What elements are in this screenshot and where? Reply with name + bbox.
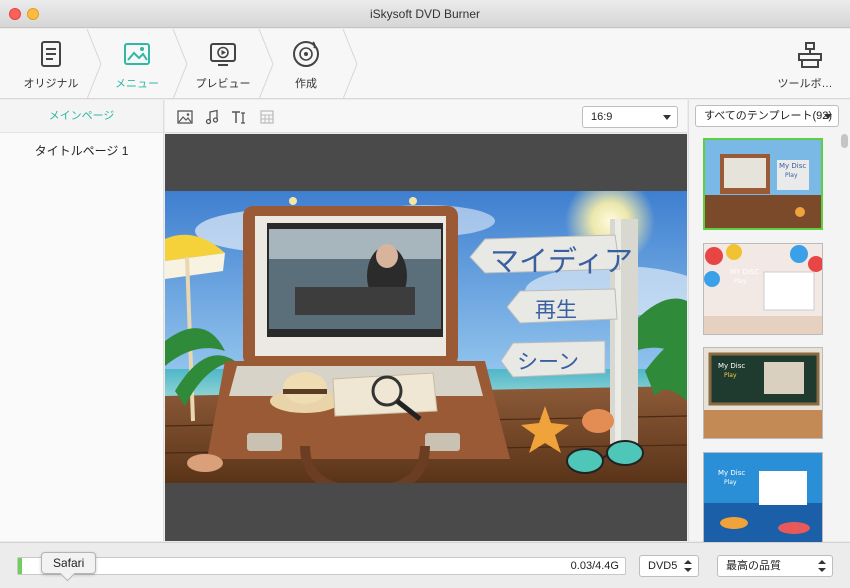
- step-menu-label: メニュー: [115, 78, 159, 90]
- beach-suitcase-illustration: [165, 191, 687, 483]
- menu-play-button[interactable]: 再生: [535, 294, 577, 324]
- templates-panel: すべてのテンプレート(92) My Disc Play MY DISC Play: [688, 100, 850, 544]
- text-icon[interactable]: [231, 109, 247, 125]
- disc-capacity-bar: 0.03/4.4G: [17, 557, 626, 575]
- disc-burn-icon: [293, 41, 319, 67]
- document-icon: [41, 41, 61, 67]
- menu-preview-scene: マイディア 再生 シーン: [165, 191, 687, 483]
- template-name: My Disc: [779, 162, 807, 170]
- status-bar: 0.03/4.4G Safari DVD5 最高の品質: [0, 542, 850, 588]
- step-create[interactable]: 作成: [263, 29, 349, 99]
- image-frame-icon: [124, 43, 150, 65]
- play-screen-icon: [210, 43, 236, 66]
- step-original-label: オリジナル: [23, 78, 79, 90]
- template-sub: Play: [785, 172, 798, 179]
- template-name: My Disc: [718, 362, 746, 370]
- music-note-icon[interactable]: [204, 109, 220, 125]
- safari-tooltip: Safari: [41, 552, 97, 574]
- step-preview-label: プレビュー: [195, 78, 251, 90]
- template-sub: Play: [734, 278, 747, 285]
- quality-select[interactable]: 最高の品質: [717, 555, 833, 577]
- template-thumbnail-beach[interactable]: My Disc Play: [703, 138, 823, 230]
- background-image-icon[interactable]: [177, 109, 193, 125]
- chevron-down-icon: [824, 114, 832, 119]
- template-thumbnail-chalkboard[interactable]: My Disc Play: [703, 347, 823, 439]
- quality-value: 最高の品質: [726, 560, 781, 572]
- title-page-item[interactable]: タイトルページ 1: [0, 135, 163, 167]
- window-title: iSkysoft DVD Burner: [369, 7, 481, 21]
- template-filter-value: すべてのテンプレート(92): [704, 110, 833, 122]
- capacity-text: 0.03/4.4G: [570, 560, 619, 572]
- main-toolbar: オリジナル メニュー プレビュー 作成 ツールボ…: [0, 29, 850, 99]
- aspect-ratio-select[interactable]: 16:9: [582, 106, 678, 128]
- menu-pages-panel: メインページ タイトルページ 1: [0, 100, 164, 541]
- template-filter-select[interactable]: すべてのテンプレート(92): [695, 105, 839, 127]
- disc-type-select[interactable]: DVD5: [639, 555, 699, 577]
- chevron-separator-icon: [342, 29, 358, 99]
- capacity-fill: [18, 558, 23, 574]
- aspect-ratio-value: 16:9: [591, 111, 613, 123]
- menu-edit-toolbar: 16:9: [165, 100, 687, 133]
- template-name: My Disc: [718, 469, 746, 477]
- up-down-arrows-icon: [818, 560, 826, 572]
- template-sub: Play: [724, 372, 737, 379]
- template-sub: Play: [724, 479, 737, 486]
- toolbox-button[interactable]: ツールボ…: [778, 29, 840, 99]
- disc-type-value: DVD5: [648, 560, 678, 572]
- menu-scenes-button[interactable]: シーン: [517, 346, 579, 376]
- step-preview[interactable]: プレビュー: [180, 29, 266, 99]
- up-down-arrows-icon: [684, 560, 692, 572]
- menu-preview-canvas: マイディア 再生 シーン: [165, 134, 687, 541]
- toolbox-icon: [798, 42, 822, 68]
- step-create-label: 作成: [295, 78, 317, 90]
- toolbox-label: ツールボ…: [777, 78, 833, 90]
- template-thumbnail-ocean[interactable]: My Disc Play: [703, 452, 823, 544]
- step-original[interactable]: オリジナル: [8, 29, 94, 99]
- main-page-tab[interactable]: メインページ: [0, 100, 163, 133]
- template-preview-image: [704, 244, 822, 334]
- template-preview-image: [705, 140, 821, 228]
- template-thumbnail-balloons[interactable]: MY DISC Play: [703, 243, 823, 335]
- title-bar: iSkysoft DVD Burner: [0, 0, 850, 28]
- template-name: MY DISC: [730, 268, 760, 276]
- template-preview-image: [704, 453, 822, 542]
- chevron-down-icon: [663, 115, 671, 120]
- menu-title-text[interactable]: マイディア: [490, 238, 633, 280]
- template-scrollbar[interactable]: [841, 134, 848, 148]
- step-menu[interactable]: メニュー: [94, 29, 180, 99]
- frame-icon: [260, 110, 274, 124]
